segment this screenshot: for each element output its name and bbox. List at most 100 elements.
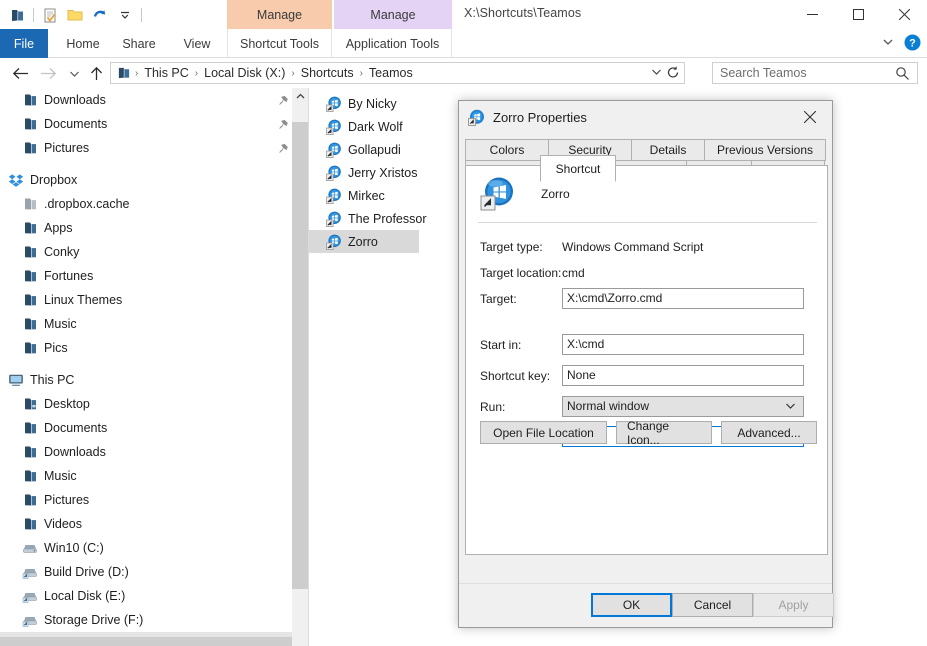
- close-button[interactable]: [881, 0, 927, 29]
- sidebar-item-documents[interactable]: Documents: [0, 112, 292, 136]
- open-file-location-button[interactable]: Open File Location: [480, 421, 607, 444]
- navigation-pane-hscrollbar[interactable]: [0, 637, 308, 646]
- folder-icon: [22, 140, 38, 156]
- open-file-location-label: Open File Location: [493, 425, 594, 440]
- search-icon[interactable]: [895, 66, 910, 84]
- sidebar-item-this-pc[interactable]: This PC: [0, 368, 292, 392]
- sidebar-item-videos[interactable]: Videos: [0, 512, 292, 536]
- sidebar-item-dropbox[interactable]: Dropbox: [0, 168, 292, 192]
- breadcrumb-item-this-pc[interactable]: This PC: [142, 66, 190, 80]
- breadcrumb[interactable]: › This PC › Local Disk (X:) › Shortcuts …: [110, 62, 685, 84]
- folder-icon: [22, 444, 38, 460]
- pin-icon[interactable]: [278, 119, 289, 133]
- breadcrumb-separator: ›: [194, 67, 199, 79]
- undo-icon[interactable]: [91, 6, 109, 24]
- refresh-icon[interactable]: [666, 65, 680, 83]
- expand-ribbon-icon[interactable]: [882, 36, 894, 51]
- tab-file[interactable]: File: [0, 29, 48, 58]
- pin-icon[interactable]: [278, 95, 289, 109]
- customize-chevron-icon[interactable]: [116, 6, 134, 24]
- field-row-target-type: Target type: Windows Command Script: [466, 236, 829, 258]
- sidebar-item-fortunes[interactable]: Fortunes: [0, 264, 292, 288]
- folder-icon: [22, 316, 38, 332]
- ribbon-tab-bar: File Home Share View Shortcut Tools Appl…: [0, 29, 927, 58]
- breadcrumb-dropdown-icon[interactable]: [651, 67, 662, 79]
- recent-locations-button[interactable]: [62, 61, 86, 85]
- cancel-button[interactable]: Cancel: [672, 593, 753, 617]
- tab-shortcut-tools[interactable]: Shortcut Tools: [227, 29, 332, 58]
- dialog-tab-colors[interactable]: Colors: [465, 139, 549, 161]
- new-folder-icon[interactable]: [66, 6, 84, 24]
- shortcut-file-icon: [326, 119, 342, 135]
- shortcut-file-icon: [326, 165, 342, 181]
- back-button[interactable]: [8, 61, 32, 85]
- search-box[interactable]: [712, 62, 918, 84]
- sidebar-item-pictures[interactable]: Pictures: [0, 488, 292, 512]
- address-bar: › This PC › Local Disk (X:) › Shortcuts …: [0, 58, 927, 88]
- field-select-run[interactable]: Normal window: [562, 396, 804, 417]
- dialog-tab-label: Colors: [489, 143, 525, 157]
- sidebar-item-music[interactable]: Music: [0, 312, 292, 336]
- advanced-button[interactable]: Advanced...: [721, 421, 817, 444]
- sidebar-item-music[interactable]: Music: [0, 464, 292, 488]
- dialog-tab-details[interactable]: Details: [631, 139, 705, 161]
- maximize-button[interactable]: [835, 0, 881, 29]
- tab-view[interactable]: View: [172, 29, 222, 58]
- change-icon-button[interactable]: Change Icon...: [616, 419, 712, 447]
- explorer-icon[interactable]: [8, 6, 26, 24]
- file-list-item[interactable]: Zorro: [309, 230, 419, 253]
- tab-home[interactable]: Home: [58, 29, 108, 58]
- navigation-pane: Downloads Documents Pictures Dropbox .dropbo…: [0, 88, 292, 637]
- field-input-start-in[interactable]: X:\cmd: [562, 334, 804, 355]
- sidebar-item-apps[interactable]: Apps: [0, 216, 292, 240]
- tab-home-label: Home: [66, 36, 100, 51]
- ribbon-right-controls: ?: [882, 29, 921, 58]
- field-row-shortcut-key: Shortcut key: None: [466, 365, 829, 387]
- properties-dialog: Zorro Properties Colors Security Details Pr…: [458, 100, 834, 628]
- sidebar-item-linux-themes[interactable]: Linux Themes: [0, 288, 292, 312]
- scrollbar-thumb[interactable]: [292, 122, 308, 589]
- chevron-down-icon[interactable]: [785, 398, 796, 417]
- file-list-item-label: Dark Wolf: [348, 119, 403, 134]
- field-input-shortcut-key[interactable]: None: [562, 365, 804, 386]
- navigation-pane-scrollbar[interactable]: [292, 88, 308, 637]
- forward-button[interactable]: [36, 61, 60, 85]
- sidebar-item-desktop[interactable]: Desktop: [0, 392, 292, 416]
- sidebar-item-downloads[interactable]: Downloads: [0, 88, 292, 112]
- sidebar-item-storage-drive-f[interactable]: Storage Drive (F:): [0, 608, 292, 632]
- minimize-button[interactable]: [789, 0, 835, 29]
- sidebar-item-downloads[interactable]: Downloads: [0, 440, 292, 464]
- properties-icon[interactable]: [41, 6, 59, 24]
- help-icon[interactable]: ?: [904, 34, 921, 54]
- tab-share[interactable]: Share: [114, 29, 164, 58]
- breadcrumb-item-shortcuts[interactable]: Shortcuts: [299, 66, 356, 80]
- up-button[interactable]: [84, 61, 108, 85]
- scroll-up-icon[interactable]: [292, 88, 308, 105]
- sidebar-item-dropbox-cache[interactable]: .dropbox.cache: [0, 192, 292, 216]
- dialog-tab-previous-versions[interactable]: Previous Versions: [704, 139, 826, 161]
- sidebar-item-pictures[interactable]: Pictures: [0, 136, 292, 160]
- breadcrumb-root-icon[interactable]: [117, 66, 131, 80]
- pin-icon[interactable]: [278, 143, 289, 157]
- hscrollbar-thumb[interactable]: [0, 637, 292, 646]
- shortcut-file-icon: [326, 234, 342, 250]
- breadcrumb-item-teamos[interactable]: Teamos: [367, 66, 415, 80]
- sidebar-item-label: Conky: [44, 245, 80, 259]
- sidebar-item-documents[interactable]: Documents: [0, 416, 292, 440]
- sidebar-item-build-drive-d[interactable]: Build Drive (D:): [0, 560, 292, 584]
- sidebar-item-local-disk-e[interactable]: Local Disk (E:): [0, 584, 292, 608]
- ok-button[interactable]: OK: [591, 593, 672, 617]
- search-input[interactable]: [720, 66, 895, 80]
- sidebar-item-conky[interactable]: Conky: [0, 240, 292, 264]
- field-input-target[interactable]: X:\cmd\Zorro.cmd: [562, 288, 804, 309]
- sidebar-item-label: Pictures: [44, 141, 90, 155]
- breadcrumb-item-local-disk-x[interactable]: Local Disk (X:): [202, 66, 287, 80]
- sidebar-item-win10-c[interactable]: Win10 (C:): [0, 536, 292, 560]
- sidebar-item-label: Linux Themes: [44, 293, 123, 307]
- sidebar-item-label: Music: [44, 469, 77, 483]
- sidebar-item-pics[interactable]: Pics: [0, 336, 292, 360]
- tab-application-tools[interactable]: Application Tools: [334, 29, 452, 58]
- folder-icon: [22, 116, 38, 132]
- dialog-tab-shortcut[interactable]: Shortcut: [540, 155, 616, 182]
- dialog-close-button[interactable]: [788, 101, 832, 132]
